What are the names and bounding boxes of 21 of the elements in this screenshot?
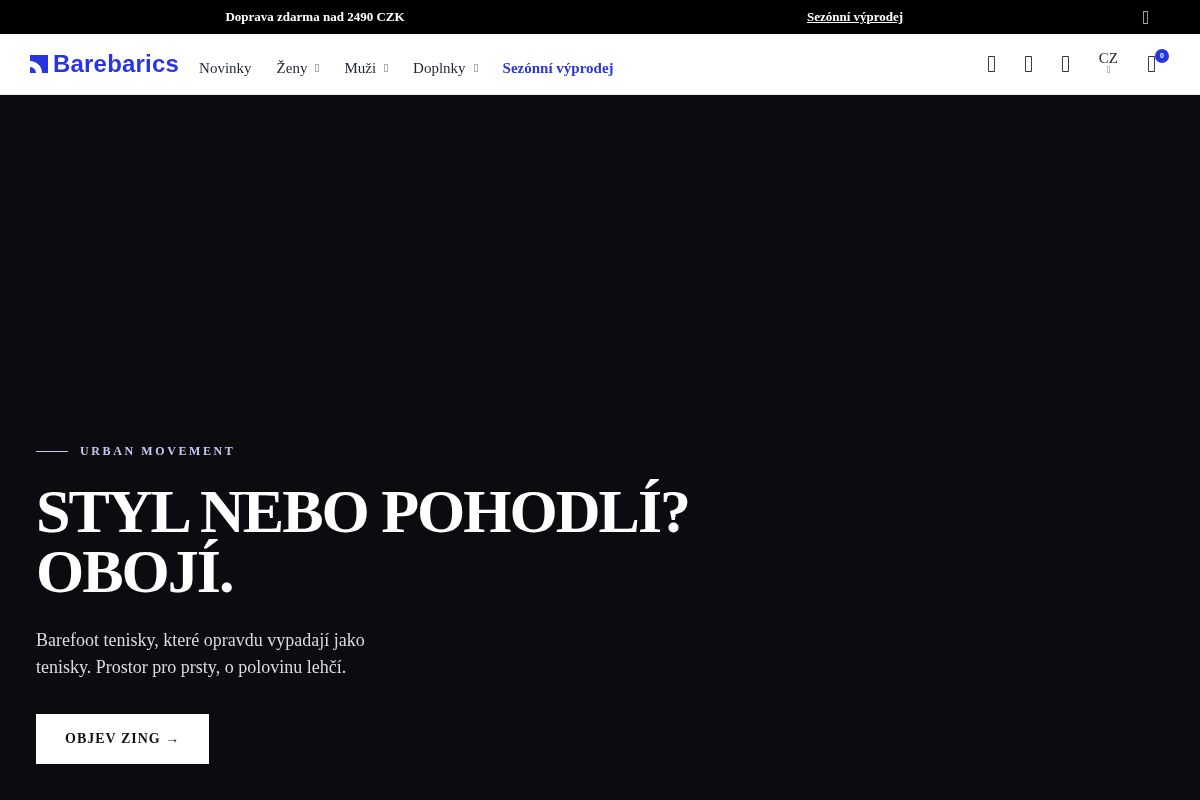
eyebrow-line: [36, 450, 68, 452]
missing-glyph-icon[interactable]: [1148, 56, 1155, 72]
nav-link[interactable]: Muži: [344, 59, 389, 77]
missing-glyph-icon: [1106, 65, 1110, 73]
missing-glyph-icon[interactable]: [1142, 10, 1148, 24]
missing-glyph-icon[interactable]: [987, 56, 995, 72]
logo-wordmark[interactable]: Barebarics: [53, 51, 180, 76]
eyebrow-label: URBAN MOVEMENT: [80, 444, 236, 458]
sale-link[interactable]: Sezónní výprodej: [806, 9, 904, 25]
language-switcher[interactable]: CZ: [1098, 50, 1118, 73]
hero-headline: STYL NEBO POHODLÍ? OBOJÍ.: [36, 481, 691, 601]
missing-glyph-icon[interactable]: [1024, 56, 1032, 72]
nav-link[interactable]: Doplnky: [413, 59, 478, 77]
logo-mark-icon: [30, 54, 48, 73]
nav-link[interactable]: Novinky: [199, 59, 252, 77]
nav-link[interactable]: Ženy: [276, 59, 320, 77]
missing-glyph-icon[interactable]: [1061, 56, 1069, 72]
cta-button[interactable]: OBJEV ZING →: [36, 714, 210, 764]
shipping-notice: Doprava zdarma nad 2490 CZK: [225, 9, 405, 25]
hero-description: Barefoot tenisky, které opravdu vypadají jako tenisky. Prostor pro prsty, o polovinu lehčí.: [36, 629, 366, 679]
nav-link[interactable]: Sezónní výprodej: [502, 59, 614, 77]
